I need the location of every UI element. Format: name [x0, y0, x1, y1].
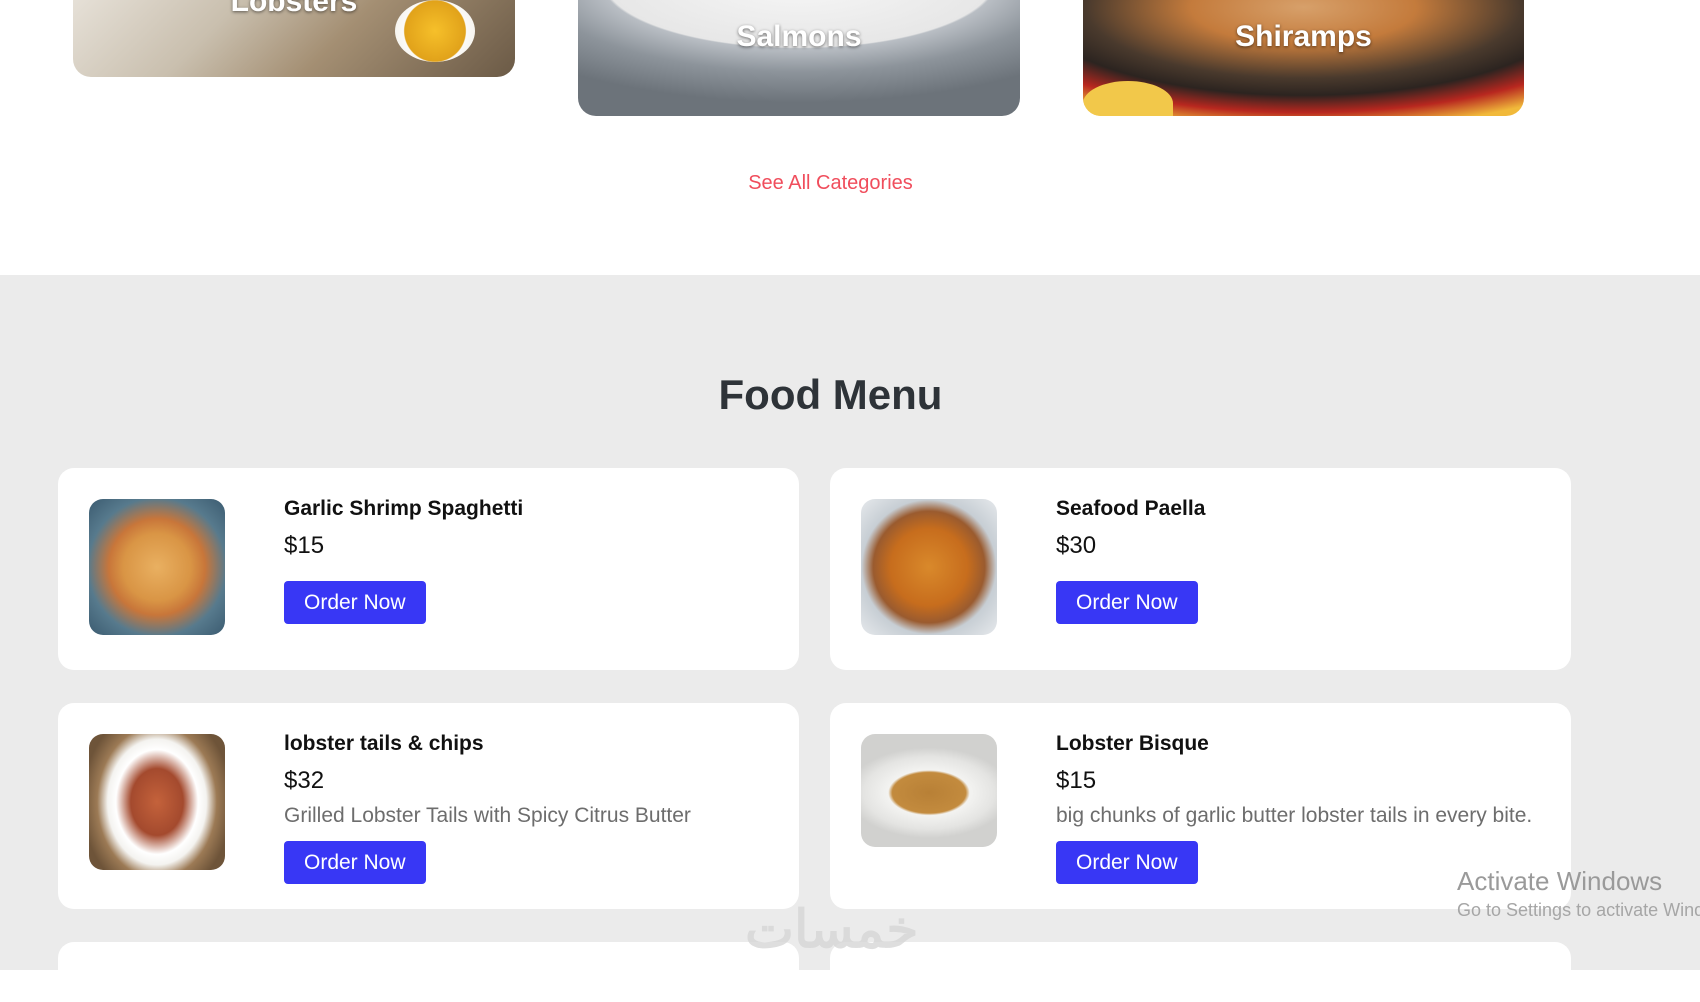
- food-description: Grilled Lobster Tails with Spicy Citrus …: [284, 804, 691, 827]
- food-name: Seafood Paella: [1056, 497, 1206, 520]
- food-image: [861, 499, 997, 635]
- food-name: Lobster Bisque: [1056, 732, 1209, 755]
- food-card-partial: [830, 942, 1571, 1002]
- food-info: lobster tails & chips $32 Grilled Lobste…: [284, 732, 691, 884]
- food-card-partial: [58, 942, 799, 1002]
- food-price: $30: [1056, 532, 1097, 559]
- butter-bowl-image: [395, 0, 475, 62]
- food-name: lobster tails & chips: [284, 732, 484, 755]
- category-title: Shiramps: [1235, 20, 1372, 53]
- food-price: $15: [1056, 767, 1097, 794]
- food-price: $15: [284, 532, 325, 559]
- food-info: Lobster Bisque $15 big chunks of garlic …: [1056, 732, 1532, 884]
- category-title: Salmons: [736, 20, 862, 53]
- order-now-button[interactable]: Order Now: [284, 581, 426, 624]
- food-description: big chunks of garlic butter lobster tail…: [1056, 804, 1533, 827]
- food-info: Seafood Paella $30 Order Now: [1056, 497, 1205, 624]
- activate-windows-subtitle: Go to Settings to activate Windows.: [1457, 900, 1700, 920]
- category-card-lobsters[interactable]: Lobsters: [73, 0, 515, 77]
- order-now-button[interactable]: Order Now: [1056, 581, 1198, 624]
- category-card-shiramps[interactable]: Shiramps: [1083, 0, 1524, 116]
- category-card-salmons[interactable]: Salmons: [578, 0, 1020, 116]
- see-all-categories-link[interactable]: See All Categories: [0, 172, 1661, 195]
- activate-windows-title: Activate Windows: [1457, 866, 1663, 896]
- order-now-button[interactable]: Order Now: [1056, 841, 1198, 884]
- lemon-slice-image: [1083, 81, 1173, 116]
- order-now-button[interactable]: Order Now: [284, 841, 426, 884]
- categories-section: Lobsters Salmons Shiramps See All Catego…: [0, 0, 1700, 275]
- food-image: [89, 734, 225, 870]
- food-image: [861, 734, 997, 847]
- food-card-garlic-shrimp-spaghetti: Garlic Shrimp Spaghetti $15 Order Now: [58, 468, 799, 670]
- food-card-lobster-tails-chips: lobster tails & chips $32 Grilled Lobste…: [58, 703, 799, 909]
- food-card-seafood-paella: Seafood Paella $30 Order Now: [830, 468, 1571, 670]
- food-menu-section: Food Menu Garlic Shrimp Spaghetti $15 Or…: [0, 275, 1700, 1002]
- food-info: Garlic Shrimp Spaghetti $15 Order Now: [284, 497, 523, 624]
- food-price: $32: [284, 767, 325, 794]
- food-name: Garlic Shrimp Spaghetti: [284, 497, 524, 520]
- food-image: [89, 499, 225, 635]
- section-title: Food Menu: [718, 371, 943, 418]
- category-title: Lobsters: [230, 0, 358, 18]
- watermark-logo: خمسات: [745, 901, 919, 959]
